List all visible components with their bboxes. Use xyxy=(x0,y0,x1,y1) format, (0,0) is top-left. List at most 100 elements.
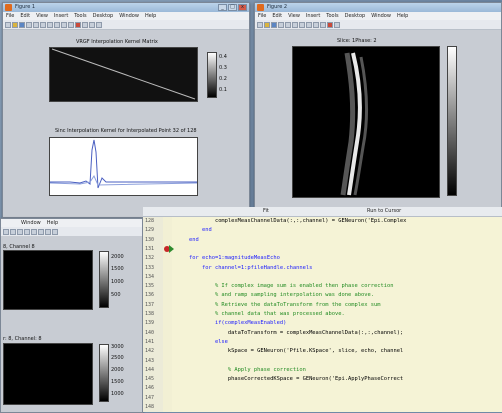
data-cursor-icon[interactable] xyxy=(320,21,326,28)
figure-1-canvas: VRGF Interpolation Kernel Matrix 0.4 0.3… xyxy=(3,30,249,217)
colorbar-tick-2: 0.3 xyxy=(219,65,227,71)
code-line[interactable]: if(complexMeasEnabled) xyxy=(176,320,286,326)
spine-colorbar xyxy=(447,46,457,196)
figure-2-window[interactable]: Figure 2 File Edit View Insert Tools Desktop W… xyxy=(254,2,502,212)
channel-figure-window[interactable]: Window Help 8, Channel 8 2000 1500 1000 5… xyxy=(0,218,143,413)
spine-mri-image xyxy=(292,46,440,198)
zoom-in-icon[interactable] xyxy=(10,228,16,235)
zoom-out-icon[interactable] xyxy=(17,228,23,235)
code-line[interactable]: end xyxy=(176,237,199,243)
code-line[interactable]: for channel=1:pfileHandle.channels xyxy=(176,265,312,271)
code-editor[interactable]: 128 129 130 131 132 133 134 135 136 137 138 139 140 1… xyxy=(143,207,502,412)
save-icon[interactable] xyxy=(19,21,25,28)
pan-icon[interactable] xyxy=(54,21,60,28)
menu-tools[interactable]: Tools xyxy=(326,13,338,19)
pan-icon[interactable] xyxy=(306,21,312,28)
line-number: 129 xyxy=(145,227,155,234)
slice-title: Slice: 1Phase: 2 xyxy=(337,38,377,44)
brush-icon[interactable] xyxy=(75,21,81,28)
colorbar-tick-1: 0.4 xyxy=(219,54,227,60)
close-button[interactable]: x xyxy=(238,4,247,11)
zoom-out-icon[interactable] xyxy=(47,21,53,28)
ch2-tick-4: 1500 xyxy=(111,379,124,385)
run-to-cursor-button[interactable]: Run to Cursor xyxy=(367,208,401,214)
code-line[interactable]: else xyxy=(176,339,228,345)
ch2-tick-2: 2500 xyxy=(111,355,124,361)
menu-help[interactable]: Help xyxy=(145,13,156,19)
code-line[interactable]: % Apply phase correction xyxy=(176,367,306,373)
open-file-icon[interactable] xyxy=(264,21,270,28)
print-icon[interactable] xyxy=(278,21,284,28)
menu-edit[interactable]: Edit xyxy=(272,13,282,19)
menu-window[interactable]: Window xyxy=(119,13,139,19)
pointer-icon[interactable] xyxy=(285,21,291,28)
line-number: 148 xyxy=(145,404,155,410)
menu-edit[interactable]: Edit xyxy=(20,13,30,19)
pointer-icon[interactable] xyxy=(33,21,39,28)
breakpoint-column[interactable] xyxy=(163,208,172,412)
zoom-in-icon[interactable] xyxy=(292,21,298,28)
save-icon[interactable] xyxy=(271,21,277,28)
link-icon[interactable] xyxy=(45,228,51,235)
menu-window[interactable]: Window xyxy=(21,220,41,226)
zoom-out-icon[interactable] xyxy=(299,21,305,28)
menu-tools[interactable]: Tools xyxy=(74,13,86,19)
code-line[interactable]: % Retrieve the dataToTransform from the … xyxy=(176,302,381,308)
ch1-tick-3: 1000 xyxy=(111,279,124,285)
print-icon[interactable] xyxy=(26,21,32,28)
menu-insert[interactable]: Insert xyxy=(306,13,320,19)
figure-2-titlebar[interactable]: Figure 2 xyxy=(255,3,501,12)
code-line[interactable]: kSpace = GENeuron('Pfile.KSpace', slice,… xyxy=(176,348,403,354)
figure-1-titlebar[interactable]: Figure 1 _ □ x xyxy=(3,3,249,12)
code-line[interactable]: for echo=1:magnitudeMeasEcho xyxy=(176,255,280,261)
menu-view[interactable]: View xyxy=(288,13,300,19)
rotate-icon[interactable] xyxy=(31,228,37,235)
figure-1-toolbar xyxy=(3,20,249,30)
code-line[interactable]: phaseCorrectedKSpace = GENeuron('Epi.App… xyxy=(176,376,403,382)
new-figure-icon[interactable] xyxy=(5,21,11,28)
menu-file[interactable]: File xyxy=(6,13,14,19)
code-line[interactable]: dataToTransform = complexMeasChannelData… xyxy=(176,330,403,336)
pan-icon[interactable] xyxy=(24,228,30,235)
brush-icon[interactable] xyxy=(327,21,333,28)
code-line[interactable]: % If complex image sum is enabled then p… xyxy=(176,283,394,289)
minimize-button[interactable]: _ xyxy=(218,4,227,11)
code-line[interactable]: % channel data that was processed above. xyxy=(176,311,345,317)
line-number: 144 xyxy=(145,366,155,373)
line-number: 131 xyxy=(145,245,155,252)
colorbar-icon[interactable] xyxy=(52,228,58,235)
code-line[interactable]: % and ramp sampling interpolation was do… xyxy=(176,292,374,298)
figure-2-toolbar xyxy=(255,20,501,30)
link-icon[interactable] xyxy=(82,21,88,28)
menu-insert[interactable]: Insert xyxy=(54,13,68,19)
kernel-matrix-colorbar xyxy=(207,52,217,98)
menu-help[interactable]: Help xyxy=(397,13,408,19)
colorbar-icon[interactable] xyxy=(334,21,340,28)
menu-file[interactable]: File xyxy=(258,13,266,19)
colorbar-icon[interactable] xyxy=(89,21,95,28)
zoom-in-icon[interactable] xyxy=(40,21,46,28)
sinc-kernel-title: Sinc Interpolation Kernel for Interpolat… xyxy=(55,128,197,134)
menu-window[interactable]: Window xyxy=(371,13,391,19)
ch1-tick-4: 500 xyxy=(111,292,121,298)
menu-view[interactable]: View xyxy=(36,13,48,19)
code-line[interactable]: complexMeasChannelData(:,:,channel) = GE… xyxy=(176,218,407,224)
new-figure-icon[interactable] xyxy=(257,21,263,28)
figure-1-window[interactable]: Figure 1 _ □ x File Edit View Insert Tools De… xyxy=(2,2,250,218)
rotate-icon[interactable] xyxy=(61,21,67,28)
menu-desktop[interactable]: Desktop xyxy=(93,13,114,19)
menu-desktop[interactable]: Desktop xyxy=(345,13,366,19)
open-file-icon[interactable] xyxy=(12,21,18,28)
data-cursor-icon[interactable] xyxy=(38,228,44,235)
legend-icon[interactable] xyxy=(96,21,102,28)
maximize-button[interactable]: □ xyxy=(228,4,237,11)
code-line[interactable]: end xyxy=(176,227,212,233)
figure-1-title: Figure 1 xyxy=(15,4,36,10)
line-number: 140 xyxy=(145,329,155,336)
pointer-icon[interactable] xyxy=(3,228,9,235)
data-cursor-icon[interactable] xyxy=(68,21,74,28)
line-number: 145 xyxy=(145,376,155,383)
fit-label[interactable]: Fit xyxy=(263,208,269,214)
rotate-icon[interactable] xyxy=(313,21,319,28)
menu-help[interactable]: Help xyxy=(47,220,58,226)
